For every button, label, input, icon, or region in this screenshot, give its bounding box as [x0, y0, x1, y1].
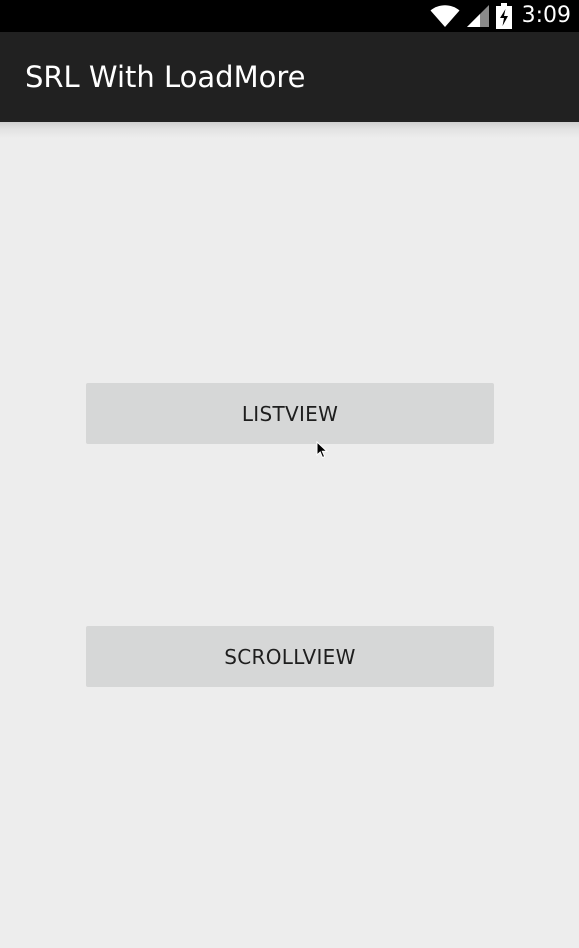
scrollview-button[interactable]: SCROLLVIEW — [86, 626, 494, 687]
app-title: SRL With LoadMore — [25, 60, 306, 94]
status-bar: 3:09 — [0, 0, 579, 32]
main-content — [0, 138, 579, 948]
status-clock: 3:09 — [521, 3, 571, 28]
cell-signal-icon — [466, 4, 490, 28]
mouse-pointer-icon — [316, 440, 329, 459]
action-bar-shadow — [0, 122, 579, 138]
wifi-icon — [430, 4, 460, 28]
battery-charging-icon — [495, 3, 512, 29]
status-icons: 3:09 — [430, 0, 571, 32]
listview-button[interactable]: LISTVIEW — [86, 383, 494, 444]
action-bar: SRL With LoadMore — [0, 32, 579, 122]
